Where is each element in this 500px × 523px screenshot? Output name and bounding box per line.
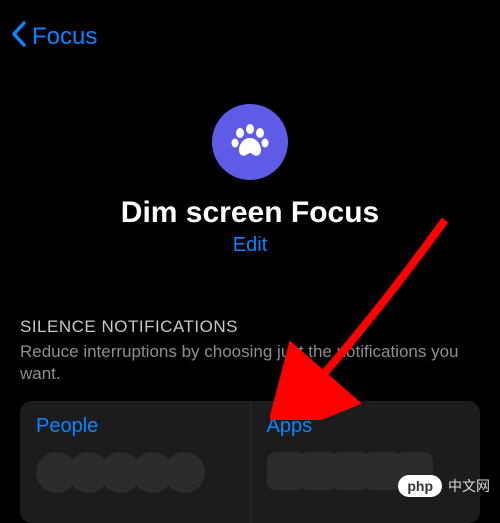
section-header: SILENCE NOTIFICATIONS <box>20 317 480 337</box>
people-card-title: People <box>36 415 234 438</box>
edit-button[interactable]: Edit <box>0 234 500 257</box>
watermark: php 中文网 <box>398 475 490 497</box>
paw-icon <box>212 104 288 180</box>
focus-icon-container <box>0 104 500 180</box>
back-label: Focus <box>32 23 97 51</box>
back-nav[interactable]: Focus <box>0 0 500 74</box>
apps-card-title: Apps <box>267 415 465 438</box>
watermark-text: 中文网 <box>448 476 490 496</box>
watermark-badge: php <box>398 475 442 497</box>
chevron-left-icon <box>10 20 28 54</box>
focus-title: Dim screen Focus <box>0 196 500 230</box>
section-description: Reduce interruptions by choosing just th… <box>20 341 480 385</box>
avatar-placeholder <box>164 452 205 493</box>
people-placeholders <box>36 452 234 493</box>
